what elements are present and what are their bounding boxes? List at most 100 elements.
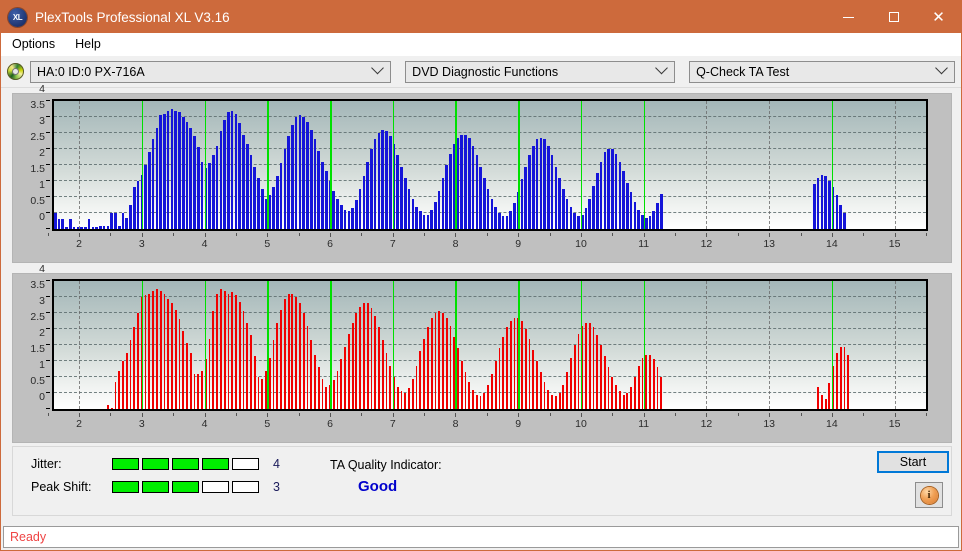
chart-bar [419,211,422,229]
chart-bar [449,154,452,229]
chart-bar [547,146,550,229]
function-select[interactable]: DVD Diagnostic Functions [405,61,675,83]
chart-bar [817,387,819,409]
y-tick [46,408,50,409]
maximize-icon[interactable] [871,1,916,33]
x-tick-minor [550,413,551,416]
chart-bar [637,210,640,229]
x-tick-minor [801,413,802,416]
peak-shift-meter [112,481,259,493]
jitter-chart-panel: 00.511.522.533.54 23456789101112131415 [12,93,952,263]
chart-bar [536,139,539,229]
gridline-vertical [706,101,707,229]
chart-bar [359,189,362,229]
chart-bar [137,181,140,229]
chart-bar [543,139,546,229]
x-tick-minor [863,233,864,236]
info-button[interactable]: i [915,482,943,508]
meter-segment [172,481,199,493]
chart-bar [821,175,824,229]
chart-bar [626,393,628,409]
drive-select[interactable]: HA:0 ID:0 PX-716A [30,61,391,83]
chart-bar [261,189,264,229]
speed-marker [142,101,144,229]
chart-bar [431,318,433,409]
chart-bar [291,294,293,409]
chart-bar [115,382,117,409]
chart-bar [344,347,346,409]
y-tick [46,212,50,213]
chart-bar [122,361,124,409]
chart-bar [284,149,287,229]
chart-bar [544,382,546,409]
x-tick [518,233,519,237]
chart-bar [156,128,159,229]
chart-bar [333,380,335,409]
chart-bar [619,391,621,409]
chart-bar [634,202,637,229]
chart-bar [593,327,595,409]
chart-bar [555,396,557,409]
chart-bar [397,387,399,409]
x-tick-minor [738,233,739,236]
chart-bar [412,199,415,229]
chart-bar [551,155,554,229]
x-tick-minor [926,413,927,416]
chart-bar [585,323,587,409]
chart-bar [487,385,489,409]
y-tick-label: 2.5 [30,131,45,143]
chart-bar [69,219,72,229]
chart-bar [208,163,211,229]
jitter-chart-y-axis: 00.511.522.533.54 [13,99,50,231]
chart-bar [167,299,169,409]
chart-bar [461,361,463,409]
chart-bar [381,130,384,229]
chart-bar [118,371,120,409]
close-icon[interactable]: ✕ [916,1,961,33]
speed-marker [581,281,583,409]
x-tick-minor [487,413,488,416]
gridline-horizontal [54,296,926,297]
meter-segment [142,458,169,470]
x-tick-label: 4 [202,238,208,250]
test-select[interactable]: Q-Check TA Test [689,61,955,83]
y-tick [46,180,50,181]
chart-bar [427,327,429,409]
chart-bar [336,199,339,229]
menu-bar: Options Help [1,33,961,56]
chart-bar [152,139,155,229]
chart-bar [446,318,448,409]
minimize-icon[interactable] [826,1,871,33]
chart-bar [182,331,184,409]
menu-item-help[interactable]: Help [72,35,110,53]
x-tick [205,413,206,417]
chart-bar [299,115,302,229]
x-tick [79,233,80,237]
chart-bar [427,215,430,229]
chart-bar [88,219,91,229]
y-tick-label: 1 [39,359,45,371]
x-tick [895,233,896,237]
x-tick-minor [236,413,237,416]
chevron-down-icon [935,61,948,74]
chart-bar [171,303,173,409]
chart-bar [423,215,426,229]
start-button[interactable]: Start [877,451,949,473]
y-tick [46,344,50,345]
x-tick-minor [48,233,49,236]
chart-bar [186,122,189,229]
menu-item-options[interactable]: Options [9,35,64,53]
chart-bar [566,199,569,229]
chart-bar [216,294,218,409]
chart-bar [310,340,312,409]
chart-bar [847,355,849,409]
chart-bar [836,353,838,409]
y-tick [46,100,50,101]
chart-bar [73,227,76,229]
chart-bar [250,335,252,409]
speed-marker [455,281,457,409]
chart-bar [321,162,324,229]
y-tick-label: 4 [39,263,45,275]
chart-bar [630,387,632,409]
jitter-chart-x-axis: 23456789101112131415 [13,233,953,255]
